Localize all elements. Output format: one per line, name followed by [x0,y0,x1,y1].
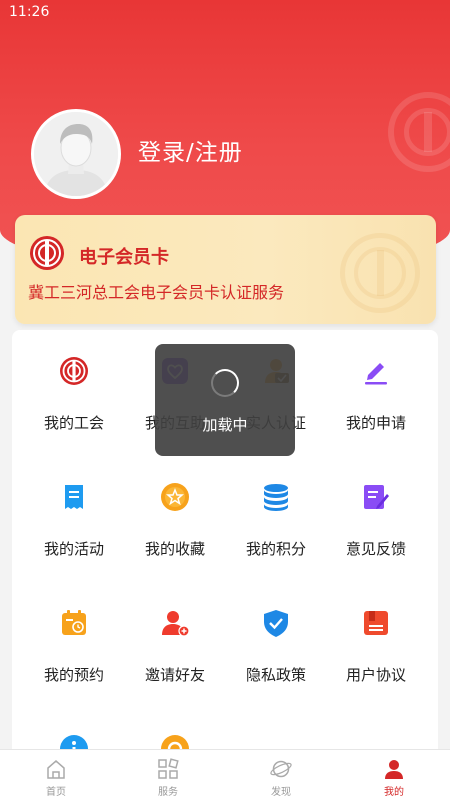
home-icon [47,760,65,779]
planet-icon [270,760,292,778]
login-register-link[interactable]: 登录/注册 [138,133,243,167]
calendar-clock-icon [62,610,86,635]
grid-item-invite-friends[interactable]: 邀请好友 [125,590,225,690]
grid-item-label: 我的工会 [43,414,104,432]
grid-item-label: 隐私政策 [245,666,306,684]
agreement-icon [364,611,388,635]
member-card-description: 冀工三河总工会电子会员卡认证服务 [28,283,285,302]
tab-label: 首页 [46,787,66,798]
grid-item-label: 意见反馈 [345,540,406,558]
add-friend-icon [162,611,190,637]
services-grid-icon [158,758,179,779]
union-logo-icon [60,357,88,385]
loading-spinner-icon [211,369,239,397]
tab-label: 服务 [158,787,178,798]
grid-item-label: 用户协议 [345,666,406,684]
grid-item-my-application[interactable]: 我的申请 [326,338,426,438]
user-icon [385,760,403,779]
feedback-note-icon [364,485,389,509]
grid-item-my-activities[interactable]: 我的活动 [24,464,124,564]
union-watermark-icon [388,92,450,172]
tab-home[interactable]: 首页 [0,750,112,800]
grid-item-label: 我的收藏 [144,540,205,558]
electronic-member-card[interactable]: 电子会员卡 冀工三河总工会电子会员卡认证服务 [15,215,436,324]
grid-item-my-favorites[interactable]: 我的收藏 [125,464,225,564]
card-watermark-icon [340,233,420,313]
grid-item-label: 邀请好友 [144,666,205,684]
avatar[interactable] [31,109,121,199]
loading-text: 加载中 [202,416,248,434]
grid-item-my-points[interactable]: 我的积分 [226,464,326,564]
grid-item-feedback[interactable]: 意见反馈 [326,464,426,564]
union-logo-icon [30,236,64,270]
bottom-tab-bar: 首页 服务 发现 我的 [0,749,450,800]
tab-services[interactable]: 服务 [112,750,224,800]
edit-pen-icon [365,363,387,385]
grid-item-label: 我的活动 [43,540,104,558]
grid-item-user-agreement[interactable]: 用户协议 [326,590,426,690]
tab-mine[interactable]: 我的 [338,750,450,800]
grid-item-label: 我的申请 [345,414,406,432]
grid-item-my-union[interactable]: 我的工会 [24,338,124,438]
default-user-avatar-icon [34,112,118,196]
database-stack-icon [264,484,288,511]
loading-toast: 加载中 [155,344,295,456]
star-coin-icon [161,483,189,511]
status-bar-time: 11:26 [9,4,50,20]
grid-item-label: 我的积分 [245,540,306,558]
tab-discover[interactable]: 发现 [225,750,337,800]
shield-check-icon [264,610,288,637]
tab-label: 发现 [271,787,291,798]
grid-item-my-appointments[interactable]: 我的预约 [24,590,124,690]
receipt-icon [65,485,83,509]
grid-item-privacy-policy[interactable]: 隐私政策 [226,590,326,690]
tab-label: 我的 [384,787,404,798]
grid-item-label: 我的预约 [43,666,104,684]
member-card-title: 电子会员卡 [79,247,169,268]
